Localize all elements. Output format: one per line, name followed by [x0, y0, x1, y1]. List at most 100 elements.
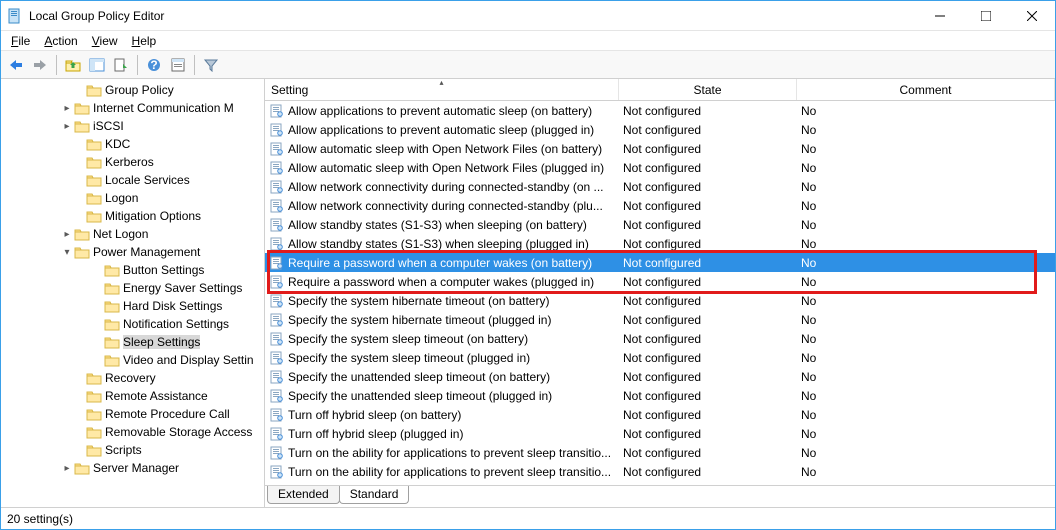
tree-item[interactable]: Kerberos	[1, 153, 264, 171]
cell-setting: Specify the system hibernate timeout (pl…	[288, 313, 551, 327]
grid-body[interactable]: Allow applications to prevent automatic …	[265, 101, 1055, 485]
table-row[interactable]: Turn on the ability for applications to …	[265, 462, 1055, 481]
tree-item-label: Server Manager	[93, 461, 179, 475]
back-button[interactable]	[5, 54, 27, 76]
table-row[interactable]: Allow applications to prevent automatic …	[265, 101, 1055, 120]
table-row[interactable]: Allow automatic sleep with Open Network …	[265, 139, 1055, 158]
tree-item[interactable]: ▸Internet Communication M	[1, 99, 264, 117]
tree-item[interactable]: Mitigation Options	[1, 207, 264, 225]
folder-icon	[86, 173, 102, 187]
cell-setting: Require a password when a computer wakes…	[288, 275, 594, 289]
table-row[interactable]: Allow network connectivity during connec…	[265, 177, 1055, 196]
folder-icon	[104, 353, 120, 367]
minimize-button[interactable]	[917, 1, 963, 30]
policy-icon	[269, 275, 285, 289]
tree-item[interactable]: Recovery	[1, 369, 264, 387]
table-row[interactable]: Turn off hybrid sleep (on battery)Not co…	[265, 405, 1055, 424]
properties-button[interactable]	[167, 54, 189, 76]
menu-help[interactable]: Help	[126, 33, 163, 49]
menu-action[interactable]: Action	[38, 33, 83, 49]
filter-button[interactable]	[200, 54, 222, 76]
show-hide-tree-button[interactable]	[86, 54, 108, 76]
tree-item[interactable]: Notification Settings	[1, 315, 264, 333]
folder-icon	[86, 191, 102, 205]
cell-setting: Allow network connectivity during connec…	[288, 199, 603, 213]
tree-item[interactable]: Group Policy	[1, 81, 264, 99]
table-row[interactable]: Allow network connectivity during connec…	[265, 196, 1055, 215]
tree-item[interactable]: Scripts	[1, 441, 264, 459]
table-row[interactable]: Allow standby states (S1-S3) when sleepi…	[265, 234, 1055, 253]
tab-standard[interactable]: Standard	[339, 486, 410, 504]
tree-item[interactable]: ▾Power Management	[1, 243, 264, 261]
tree-item[interactable]: Video and Display Settin	[1, 351, 264, 369]
folder-icon	[74, 461, 90, 475]
close-button[interactable]	[1009, 1, 1055, 30]
table-row[interactable]: Specify the system hibernate timeout (on…	[265, 291, 1055, 310]
table-row[interactable]: Specify the system hibernate timeout (pl…	[265, 310, 1055, 329]
export-list-button[interactable]	[110, 54, 132, 76]
policy-icon	[269, 123, 285, 137]
window-title: Local Group Policy Editor	[29, 9, 917, 23]
expand-icon[interactable]: ▸	[61, 229, 73, 240]
policy-icon	[269, 256, 285, 270]
table-row[interactable]: Allow standby states (S1-S3) when sleepi…	[265, 215, 1055, 234]
up-button[interactable]	[62, 54, 84, 76]
column-header-setting[interactable]: Setting▴	[265, 79, 619, 100]
tree-item-label: Hard Disk Settings	[123, 299, 222, 313]
table-row[interactable]: Turn off hybrid sleep (plugged in)Not co…	[265, 424, 1055, 443]
forward-button[interactable]	[29, 54, 51, 76]
help-button[interactable]: ?	[143, 54, 165, 76]
cell-state: Not configured	[619, 332, 797, 346]
cell-setting: Turn on the ability for applications to …	[288, 465, 611, 479]
menu-view[interactable]: View	[86, 33, 124, 49]
tree-item[interactable]: Sleep Settings	[1, 333, 264, 351]
cell-setting: Specify the unattended sleep timeout (pl…	[288, 389, 552, 403]
policy-icon	[269, 199, 285, 213]
table-row[interactable]: Specify the system sleep timeout (plugge…	[265, 348, 1055, 367]
tree-item[interactable]: ▸ iSCSI	[1, 117, 264, 135]
tree-item[interactable]: Remote Assistance	[1, 387, 264, 405]
cell-state: Not configured	[619, 389, 797, 403]
table-row[interactable]: Specify the unattended sleep timeout (on…	[265, 367, 1055, 386]
table-row[interactable]: Require a password when a computer wakes…	[265, 253, 1055, 272]
cell-setting: Require a password when a computer wakes…	[288, 256, 592, 270]
table-row[interactable]: Specify the system sleep timeout (on bat…	[265, 329, 1055, 348]
tree-item[interactable]: Locale Services	[1, 171, 264, 189]
folder-icon	[74, 245, 90, 259]
folder-icon	[74, 101, 90, 115]
table-row[interactable]: Specify the unattended sleep timeout (pl…	[265, 386, 1055, 405]
tree-item[interactable]: Hard Disk Settings	[1, 297, 264, 315]
tree-item[interactable]: Removable Storage Access	[1, 423, 264, 441]
tree-item[interactable]: ▸Net Logon	[1, 225, 264, 243]
policy-icon	[269, 161, 285, 175]
table-row[interactable]: Allow applications to prevent automatic …	[265, 120, 1055, 139]
table-row[interactable]: Require a password when a computer wakes…	[265, 272, 1055, 291]
policy-icon	[269, 389, 285, 403]
tab-extended[interactable]: Extended	[267, 486, 340, 504]
tree-item[interactable]: Button Settings	[1, 261, 264, 279]
expand-icon[interactable]: ▸	[61, 103, 73, 114]
tree-item[interactable]: KDC	[1, 135, 264, 153]
expand-icon[interactable]: ▾	[61, 247, 73, 258]
cell-setting: Allow applications to prevent automatic …	[288, 104, 592, 118]
cell-comment: No	[797, 237, 1055, 251]
expand-icon[interactable]: ▸	[61, 121, 73, 132]
tree-item[interactable]: Remote Procedure Call	[1, 405, 264, 423]
menu-file[interactable]: File	[5, 33, 36, 49]
cell-state: Not configured	[619, 104, 797, 118]
maximize-button[interactable]	[963, 1, 1009, 30]
tree-item-label: Sleep Settings	[123, 335, 200, 349]
tree-item-label: iSCSI	[93, 119, 124, 133]
tree-item[interactable]: Energy Saver Settings	[1, 279, 264, 297]
column-header-comment[interactable]: Comment	[797, 79, 1055, 100]
cell-state: Not configured	[619, 408, 797, 422]
tree-item-label: Mitigation Options	[105, 209, 201, 223]
table-row[interactable]: Turn on the ability for applications to …	[265, 443, 1055, 462]
tree-item[interactable]: ▸ Server Manager	[1, 459, 264, 477]
navigation-tree[interactable]: Group Policy▸Internet Communication M▸iS…	[1, 79, 265, 507]
expand-icon[interactable]: ▸	[61, 463, 73, 474]
table-row[interactable]: Allow automatic sleep with Open Network …	[265, 158, 1055, 177]
tree-item[interactable]: Logon	[1, 189, 264, 207]
cell-setting: Allow automatic sleep with Open Network …	[288, 161, 604, 175]
column-header-state[interactable]: State	[619, 79, 797, 100]
